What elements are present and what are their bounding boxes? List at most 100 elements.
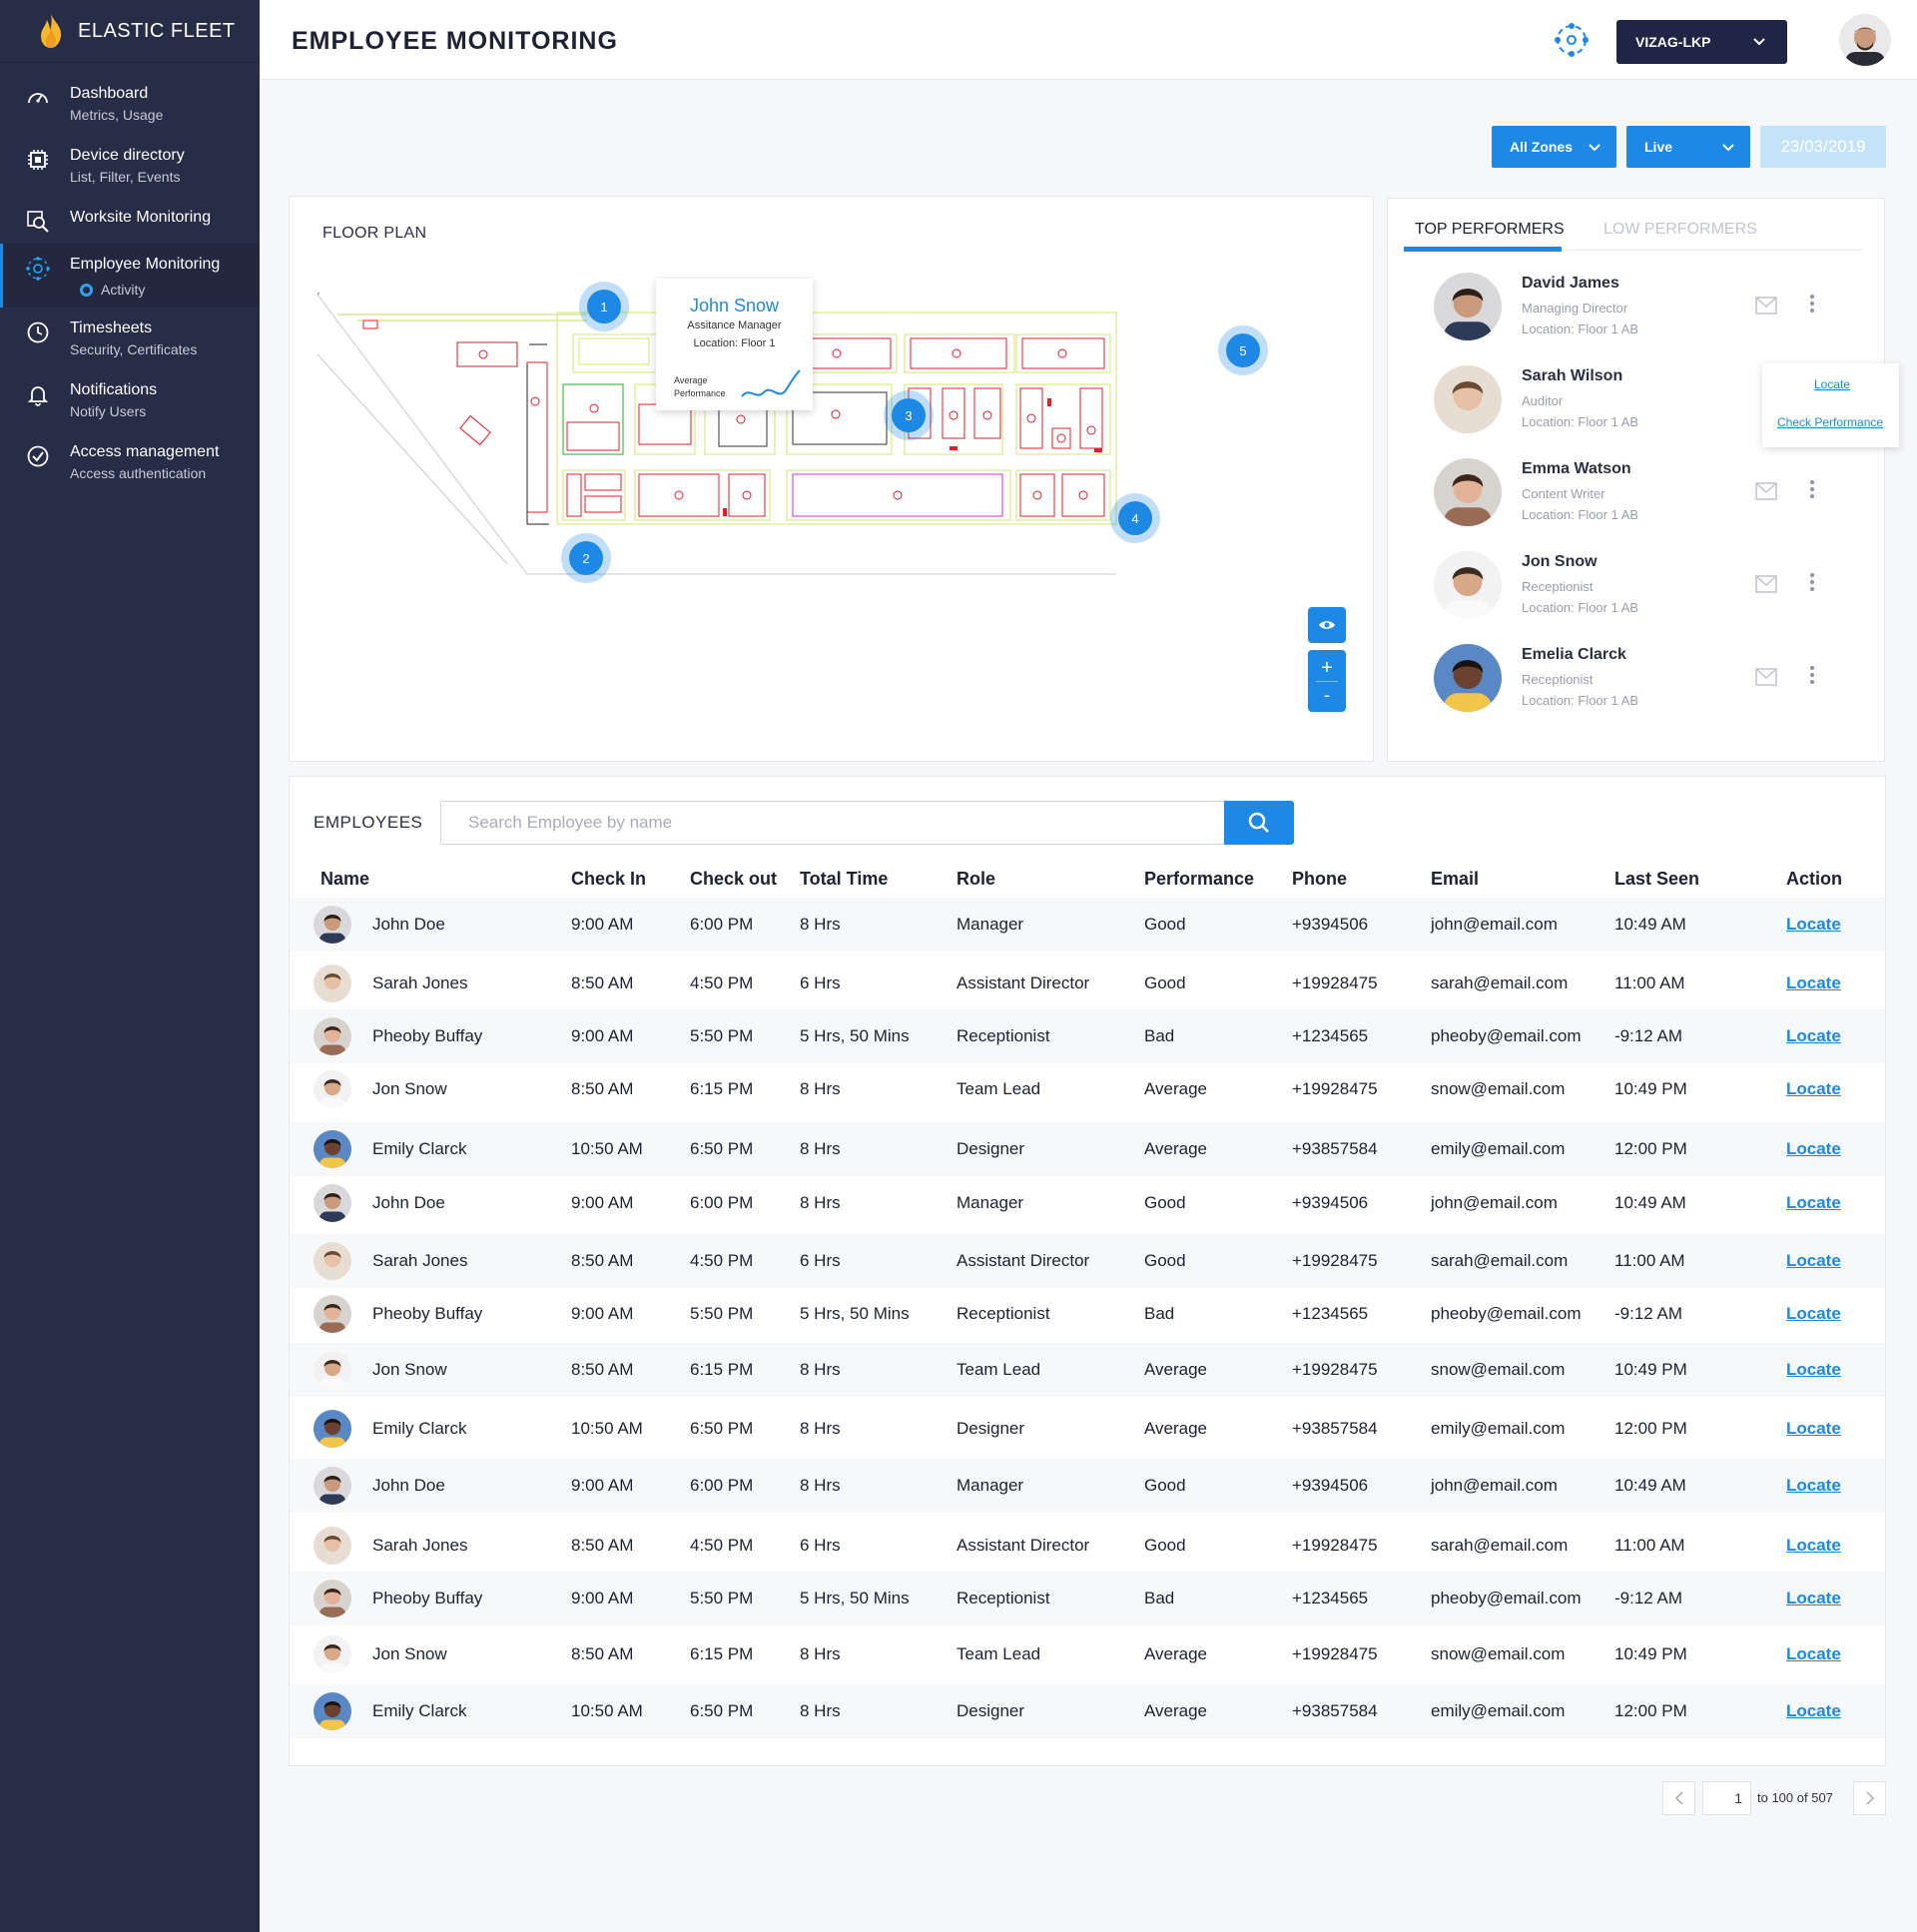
menu-locate-link[interactable]: Locate bbox=[1814, 377, 1850, 391]
locate-link[interactable]: Locate bbox=[1786, 915, 1841, 935]
table-row[interactable]: Pheoby Buffay 9:00 AM 5:50 PM 5 Hrs, 50 Min… bbox=[290, 1287, 1885, 1341]
search-button[interactable] bbox=[1224, 801, 1294, 845]
locate-link[interactable]: Locate bbox=[1786, 1193, 1841, 1213]
network-icon bbox=[26, 257, 50, 281]
table-row[interactable]: Pheoby Buffay 9:00 AM 5:50 PM 5 Hrs, 50 Min… bbox=[290, 1009, 1885, 1063]
visibility-button[interactable] bbox=[1308, 607, 1346, 643]
table-row[interactable]: John Doe 9:00 AM 6:00 PM 8 Hrs Manager Good +9… bbox=[290, 898, 1885, 952]
locate-link[interactable]: Locate bbox=[1786, 1139, 1841, 1159]
table-row[interactable]: Emily Clarck 10:50 AM 6:50 PM 8 Hrs Designer… bbox=[290, 1684, 1885, 1738]
more-vertical-icon[interactable] bbox=[1809, 664, 1815, 686]
tab-top-performers[interactable]: TOP PERFORMERS bbox=[1415, 221, 1565, 239]
sidebar-item-device-directory[interactable]: Device directory List, Filter, Events bbox=[0, 135, 260, 197]
map-pin-1[interactable]: 1 bbox=[587, 290, 621, 323]
zoom-in-button[interactable]: + bbox=[1321, 655, 1333, 681]
table-cell: 6:50 PM bbox=[690, 1139, 754, 1158]
brand[interactable]: ELASTIC FLEET bbox=[0, 0, 260, 63]
table-cell: Average bbox=[1144, 1644, 1208, 1663]
mail-icon[interactable] bbox=[1755, 297, 1777, 315]
map-pin-2[interactable]: 2 bbox=[569, 541, 603, 575]
table-cell: 8 Hrs bbox=[800, 1360, 841, 1379]
table-row[interactable]: Pheoby Buffay 9:00 AM 5:50 PM 5 Hrs, 50 Min… bbox=[290, 1572, 1885, 1625]
sensor-network-icon[interactable] bbox=[1552, 20, 1592, 60]
column-header[interactable]: Phone bbox=[1292, 869, 1347, 890]
table-row[interactable]: John Doe 9:00 AM 6:00 PM 8 Hrs Manager Good +9… bbox=[290, 1176, 1885, 1230]
table-row[interactable]: John Doe 9:00 AM 6:00 PM 8 Hrs Manager Good +9… bbox=[290, 1459, 1885, 1513]
locate-link[interactable]: Locate bbox=[1786, 1079, 1841, 1099]
table-row[interactable]: Jon Snow 8:50 AM 6:15 PM 8 Hrs Team Lead Aver… bbox=[290, 1627, 1885, 1681]
column-header[interactable]: Last Seen bbox=[1614, 869, 1699, 890]
table-cell: Receptionist bbox=[957, 1026, 1050, 1045]
tab-low-performers[interactable]: LOW PERFORMERS bbox=[1603, 221, 1757, 239]
sidebar-item-timesheets[interactable]: Timesheets Security, Certificates bbox=[0, 308, 260, 369]
column-header[interactable]: Action bbox=[1786, 869, 1842, 890]
sidebar-item-employee-monitoring[interactable]: Employee Monitoring Activity bbox=[0, 244, 260, 308]
locate-link[interactable]: Locate bbox=[1786, 1644, 1841, 1664]
locate-link[interactable]: Locate bbox=[1786, 1536, 1841, 1556]
table-row[interactable]: Sarah Jones 8:50 AM 4:50 PM 6 Hrs Assistant … bbox=[290, 957, 1885, 1010]
locate-link[interactable]: Locate bbox=[1786, 973, 1841, 993]
mail-icon[interactable] bbox=[1755, 482, 1777, 500]
locate-link[interactable]: Locate bbox=[1786, 1360, 1841, 1380]
more-vertical-icon[interactable] bbox=[1809, 478, 1815, 500]
table-row[interactable]: Emily Clarck 10:50 AM 6:50 PM 8 Hrs Designer… bbox=[290, 1122, 1885, 1176]
floor-plan-map[interactable] bbox=[318, 275, 1356, 604]
menu-check-performance-link[interactable]: Check Performance bbox=[1777, 415, 1883, 429]
map-pin-5[interactable]: 5 bbox=[1226, 333, 1260, 367]
sidebar-subitem-activity[interactable]: Activity bbox=[80, 282, 220, 298]
prev-page-button[interactable] bbox=[1662, 1781, 1695, 1815]
column-header[interactable]: Performance bbox=[1144, 869, 1254, 890]
column-header[interactable]: Check out bbox=[690, 869, 777, 890]
date-picker[interactable]: 23/03/2019 bbox=[1760, 126, 1886, 168]
radio-ring-icon bbox=[80, 283, 93, 297]
employee-search-input[interactable] bbox=[440, 801, 1224, 845]
column-header[interactable]: Total Time bbox=[800, 869, 888, 890]
table-row[interactable]: Jon Snow 8:50 AM 6:15 PM 8 Hrs Team Lead Aver… bbox=[290, 1343, 1885, 1397]
locate-link[interactable]: Locate bbox=[1786, 1251, 1841, 1271]
sidebar-item-text: Notifications Notify Users bbox=[70, 379, 157, 421]
column-header[interactable]: Role bbox=[957, 869, 995, 890]
employee-avatar bbox=[314, 1580, 351, 1617]
mode-filter[interactable]: Live bbox=[1626, 126, 1750, 168]
mail-icon[interactable] bbox=[1755, 668, 1777, 686]
table-cell: +1234565 bbox=[1292, 1304, 1369, 1323]
map-pin-4[interactable]: 4 bbox=[1118, 501, 1152, 535]
table-row[interactable]: Jon Snow 8:50 AM 6:15 PM 8 Hrs Team Lead Aver… bbox=[290, 1062, 1885, 1116]
sidebar-item-dashboard[interactable]: Dashboard Metrics, Usage bbox=[0, 73, 260, 135]
sidebar-item-access-management[interactable]: Access management Access authentication bbox=[0, 431, 260, 493]
locate-link[interactable]: Locate bbox=[1786, 1026, 1841, 1046]
column-header[interactable]: Email bbox=[1431, 869, 1479, 890]
map-pin-3[interactable]: 3 bbox=[892, 398, 926, 432]
next-page-button[interactable] bbox=[1853, 1781, 1886, 1815]
locate-link[interactable]: Locate bbox=[1786, 1701, 1841, 1721]
performer-item[interactable]: Emelia Clarck Receptionist Location: Floor… bbox=[1434, 644, 1873, 724]
site-select[interactable]: VIZAG-LKP bbox=[1616, 20, 1787, 64]
more-vertical-icon[interactable] bbox=[1809, 293, 1815, 315]
user-avatar[interactable] bbox=[1839, 14, 1891, 66]
performer-item[interactable]: Emma Watson Content Writer Location: Floor… bbox=[1434, 458, 1873, 538]
performer-item[interactable]: Jon Snow Receptionist Location: Floor 1 AB bbox=[1434, 551, 1873, 631]
locate-link[interactable]: Locate bbox=[1786, 1476, 1841, 1496]
table-cell: 9:00 AM bbox=[571, 1589, 634, 1608]
sidebar-item-title: Dashboard bbox=[70, 85, 149, 102]
locate-link[interactable]: Locate bbox=[1786, 1304, 1841, 1324]
column-header[interactable]: Check In bbox=[571, 869, 646, 890]
column-header[interactable]: Name bbox=[320, 869, 369, 890]
table-cell: 9:00 AM bbox=[571, 1304, 634, 1323]
table-cell: 5 Hrs, 50 Mins bbox=[800, 1026, 910, 1045]
mail-icon[interactable] bbox=[1755, 575, 1777, 593]
zone-filter[interactable]: All Zones bbox=[1492, 126, 1616, 168]
table-cell: Designer bbox=[957, 1419, 1025, 1438]
table-row[interactable]: Sarah Jones 8:50 AM 4:50 PM 6 Hrs Assistant … bbox=[290, 1519, 1885, 1573]
performer-item[interactable]: David James Managing Director Location: Fl… bbox=[1434, 273, 1873, 352]
table-row[interactable]: Emily Clarck 10:50 AM 6:50 PM 8 Hrs Designer… bbox=[290, 1402, 1885, 1456]
zoom-out-button[interactable]: - bbox=[1324, 682, 1330, 708]
locate-link[interactable]: Locate bbox=[1786, 1419, 1841, 1439]
table-cell: Average bbox=[1144, 1139, 1208, 1158]
more-vertical-icon[interactable] bbox=[1809, 571, 1815, 593]
sidebar-item-notifications[interactable]: Notifications Notify Users bbox=[0, 369, 260, 431]
sidebar-item-worksite-monitoring[interactable]: Worksite Monitoring bbox=[0, 197, 260, 244]
table-row[interactable]: Sarah Jones 8:50 AM 4:50 PM 6 Hrs Assistant … bbox=[290, 1234, 1885, 1288]
page-number-input[interactable]: 1 bbox=[1702, 1781, 1751, 1815]
locate-link[interactable]: Locate bbox=[1786, 1589, 1841, 1609]
